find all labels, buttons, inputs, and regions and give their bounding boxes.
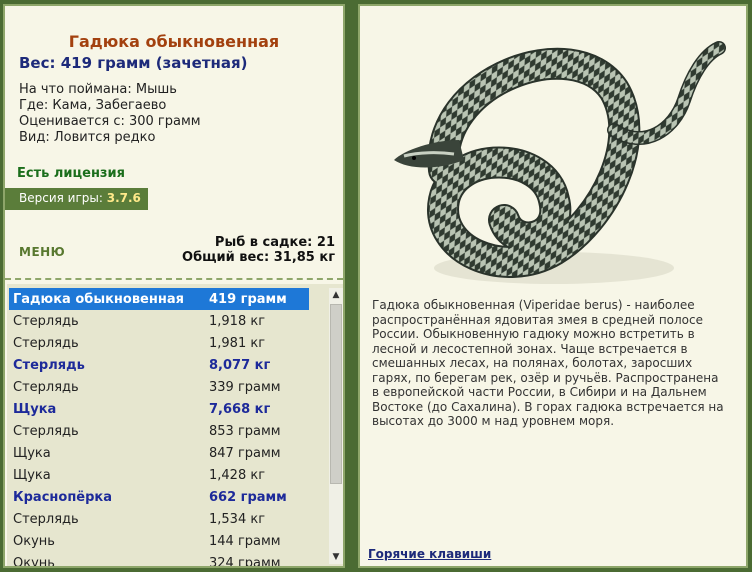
triangle-up-icon[interactable]: ▲ [329, 288, 343, 302]
list-item[interactable]: Щука 7,668 кг [9, 398, 309, 420]
hotkeys-link[interactable]: Горячие клавиши [368, 547, 491, 561]
fish-type: Вид: Ловится редко [19, 130, 156, 145]
catch-name: Стерлядь [13, 313, 79, 329]
list-item[interactable]: Стерлядь 339 грамм [9, 376, 309, 398]
catch-name: Окунь [13, 555, 55, 567]
right-panel: Гадюка обыкновенная (Viperidae berus) - … [358, 4, 748, 568]
list-item[interactable]: Окунь 144 грамм [9, 530, 309, 552]
list-item[interactable]: Щука 1,428 кг [9, 464, 309, 486]
catch-name: Щука [13, 401, 57, 417]
caught-on: На что поймана: Мышь [19, 82, 177, 97]
fish-info: Гадюка обыкновенная Вес: 419 грамм (заче… [5, 6, 343, 278]
catch-weight: 1,534 кг [209, 511, 266, 527]
catch-location: Где: Кама, Забегаево [19, 98, 167, 113]
catch-name: Стерлядь [13, 379, 79, 395]
catch-name: Стерлядь [13, 357, 85, 373]
valued-from: Оценивается с: 300 грамм [19, 114, 201, 129]
list-item[interactable]: Стерлядь 1,918 кг [9, 310, 309, 332]
list-item[interactable]: Окунь 324 грамм [9, 552, 309, 567]
scroll-thumb[interactable] [330, 304, 342, 484]
list-item[interactable]: Стерлядь 853 грамм [9, 420, 309, 442]
catch-name: Окунь [13, 533, 55, 549]
catch-weight: 662 грамм [209, 489, 287, 505]
menu-button[interactable]: МЕНЮ [19, 245, 65, 259]
version-label: Версия игры: [19, 191, 103, 205]
list-item[interactable]: Щука 847 грамм [9, 442, 309, 464]
viper-image [394, 41, 726, 284]
fish-description: Гадюка обыкновенная (Viperidae berus) - … [372, 298, 724, 428]
catch-name: Гадюка обыкновенная [13, 291, 184, 307]
catch-weight: 1,981 кг [209, 335, 266, 351]
catch-weight: 847 грамм [209, 445, 281, 461]
catch-weight: 1,918 кг [209, 313, 266, 329]
license-status: Есть лицензия [17, 166, 125, 181]
catch-weight: 324 грамм [209, 555, 281, 567]
catch-name: Стерлядь [13, 423, 79, 439]
list-item[interactable]: Краснопёрка 662 грамм [9, 486, 309, 508]
list-item[interactable]: Гадюка обыкновенная 419 грамм [9, 288, 309, 310]
divider [5, 278, 343, 280]
catch-name: Краснопёрка [13, 489, 113, 505]
list-item[interactable]: Стерлядь 1,534 кг [9, 508, 309, 530]
catch-weight: 7,668 кг [209, 401, 271, 417]
list-item[interactable]: Стерлядь 1,981 кг [9, 332, 309, 354]
catch-name: Стерлядь [13, 335, 79, 351]
fish-count: Рыб в садке: 21 [214, 235, 335, 250]
left-panel: Гадюка обыкновенная Вес: 419 грамм (заче… [3, 4, 345, 568]
triangle-down-icon[interactable]: ▼ [329, 550, 343, 564]
catch-weight: 144 грамм [209, 533, 281, 549]
version-bar: Версия игры: 3.7.6 [5, 188, 148, 210]
catch-name: Стерлядь [13, 511, 79, 527]
list-item[interactable]: Стерлядь 8,077 кг [9, 354, 309, 376]
catch-name: Щука [13, 467, 51, 483]
catch-weight: 853 грамм [209, 423, 281, 439]
fish-title: Гадюка обыкновенная [68, 32, 280, 51]
catch-list: Гадюка обыкновенная 419 грамм Стерлядь 1,91… [7, 284, 343, 566]
fish-weight: Вес: 419 грамм (зачетная) [19, 54, 248, 72]
version-value: 3.7.6 [106, 191, 141, 205]
cage-stats: Рыб в садке: 21 Общий вес: 31,85 кг [182, 235, 335, 265]
catch-name: Щука [13, 445, 51, 461]
catch-weight: 8,077 кг [209, 357, 271, 373]
catch-weight: 419 грамм [209, 291, 287, 307]
total-weight: Общий вес: 31,85 кг [182, 250, 335, 265]
catch-weight: 339 грамм [209, 379, 281, 395]
catch-rows: Гадюка обыкновенная 419 грамм Стерлядь 1,91… [9, 288, 309, 566]
catch-weight: 1,428 кг [209, 467, 266, 483]
scrollbar[interactable]: ▲ ▼ [329, 288, 343, 564]
